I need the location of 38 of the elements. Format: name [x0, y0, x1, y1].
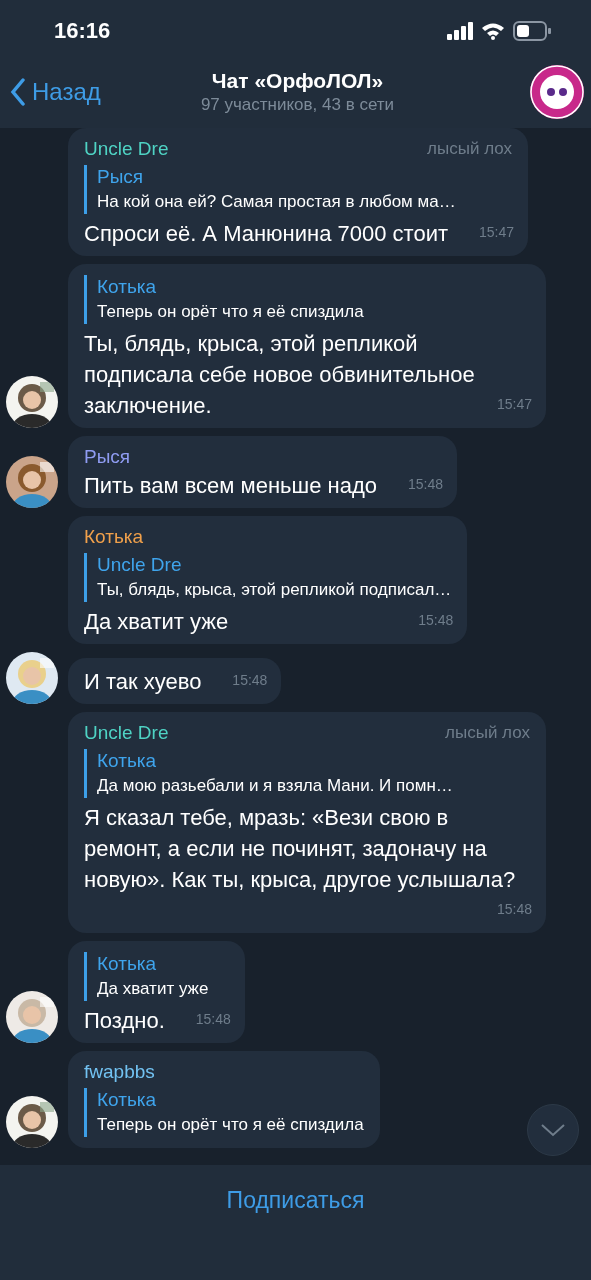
reply-quote[interactable]: Рыся На кой она ей? Самая простая в любом ма… [84, 165, 513, 214]
sender-name: Uncle Dre [84, 721, 169, 745]
sender-name: Рыся [84, 445, 131, 469]
message-time: 15:48 [195, 1010, 231, 1029]
message-time: 15:47 [479, 223, 515, 242]
message-text: Я сказал тебе, мразь: «Вези свою в ремонт, а если не починят, задоначу на новую». Как ты, крыса, другое услышала? [84, 805, 516, 892]
reply-quote[interactable]: Котька Теперь он орёт что я её спиздила [84, 1088, 364, 1137]
chevron-down-icon [540, 1123, 566, 1137]
message-time: 15:47 [496, 395, 532, 414]
message-text: Ты, блядь, крыса, этой репликой подписала себе новое обвинительное заключение. [84, 331, 475, 418]
message-text: Поздно. [84, 1008, 165, 1033]
reply-quote[interactable]: Uncle Dre Ты, блядь, крыса, этой репликой подписал… [84, 553, 452, 602]
message-text: Спроси её. А Манюнина 7000 стоит [84, 221, 449, 246]
reply-quote[interactable]: Котька Да хватит уже [84, 952, 229, 1001]
message-time: 15:48 [407, 475, 443, 494]
message-text: Да хватит уже [84, 609, 229, 634]
battery-icon [513, 21, 551, 41]
message-time: 15:48 [496, 900, 532, 919]
status-time: 16:16 [54, 18, 111, 44]
message-time: 15:48 [418, 611, 454, 630]
reply-quote[interactable]: Котька Теперь он орёт что я её спиздила [84, 275, 530, 324]
admin-title: лысый лох [445, 722, 530, 744]
message-text: И так хуево [84, 669, 202, 694]
message-time: 15:48 [232, 671, 268, 690]
chevron-left-icon [10, 78, 26, 106]
sender-name: Uncle Dre [84, 137, 169, 161]
chat-title: Чат «ОрфоЛОЛ» [211, 69, 384, 93]
message-text: Пить вам всем меньше надо [84, 473, 377, 498]
sender-name: fwapbbs [84, 1060, 155, 1084]
signal-icon [447, 22, 473, 40]
wifi-icon [481, 22, 505, 40]
sender-name: Котька [84, 525, 144, 549]
reply-quote[interactable]: Котька Да мою разьебали и я взяла Мани. И помн… [84, 749, 530, 798]
back-button[interactable]: Назад [10, 78, 160, 106]
chat-subtitle: 97 участников, 43 в сети [200, 95, 395, 115]
chat-logo-icon[interactable] [529, 64, 585, 120]
subscribe-button[interactable]: Подписаться [220, 1183, 371, 1217]
admin-title: лысый лох [427, 138, 513, 160]
